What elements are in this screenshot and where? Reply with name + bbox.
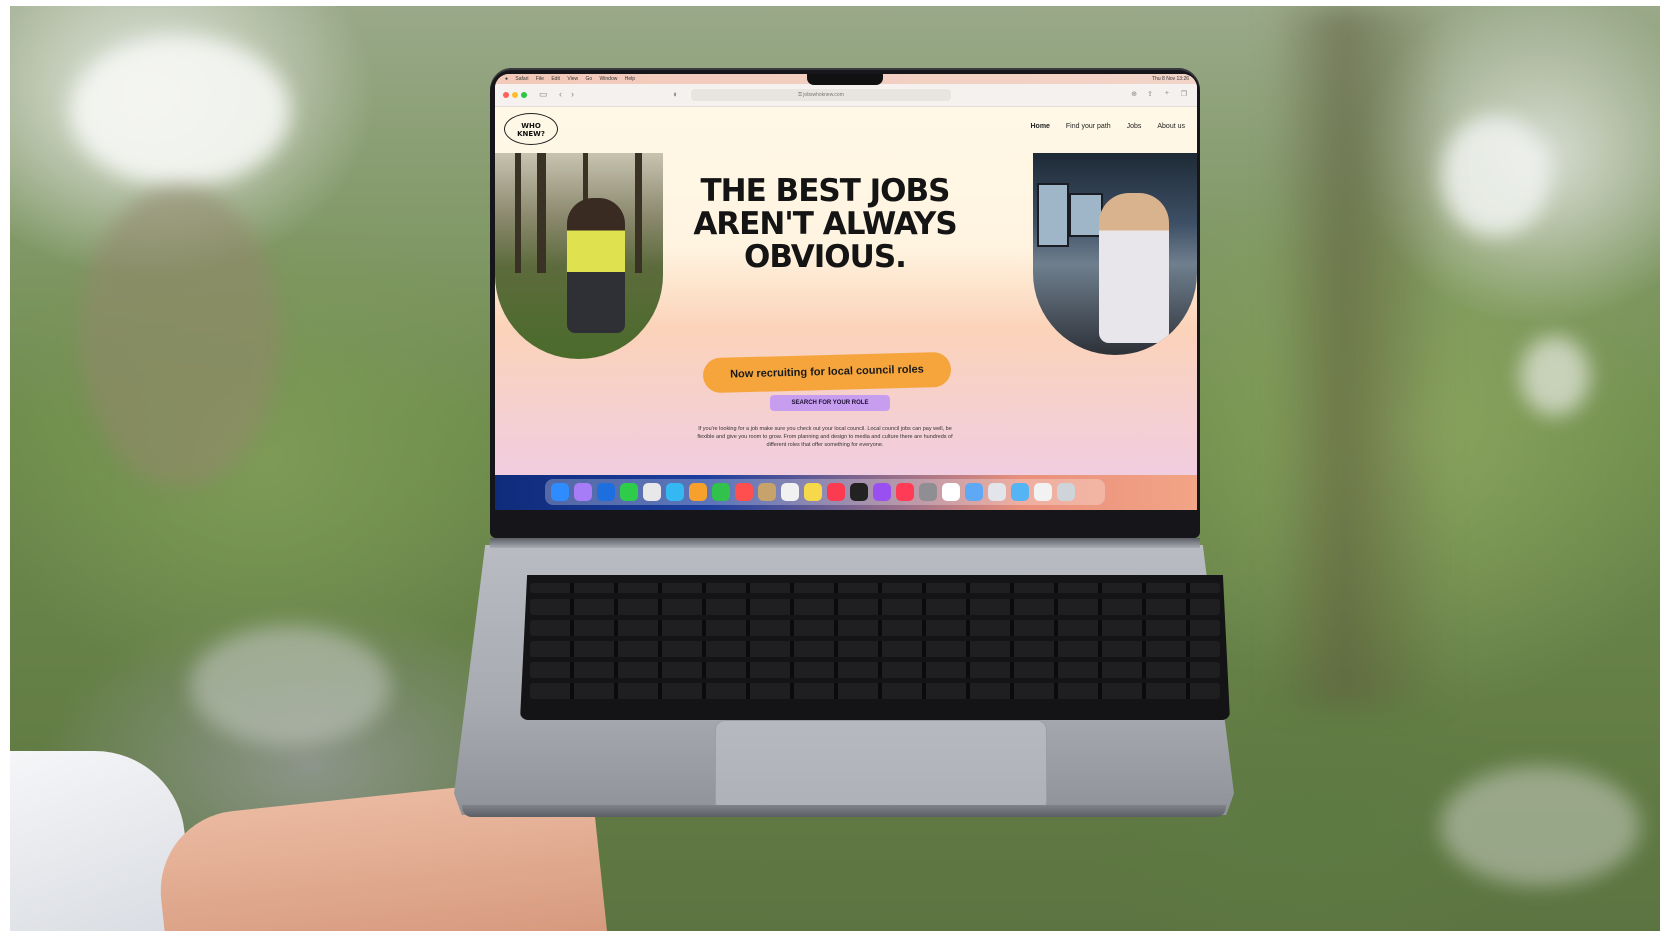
function-key-row (530, 583, 1220, 593)
site-logo[interactable]: WHO KNEW? (504, 113, 558, 145)
recruiting-banner: Now recruiting for local council roles (702, 351, 952, 394)
dock-app-icon[interactable] (919, 483, 937, 501)
nav-link-jobs[interactable]: Jobs (1127, 123, 1142, 130)
bokeh-light (1440, 766, 1640, 886)
dock-app-icon[interactable] (850, 483, 868, 501)
photo-person (567, 198, 625, 333)
browser-toolbar: ▭ ‹ › ◐ ⚿ jobswhoknew.com ⊕ ⇪ + ❐ (495, 84, 1197, 107)
new-tab-icon[interactable]: + (1165, 90, 1169, 97)
camera-notch (807, 74, 883, 85)
headline-line: OBVIOUS. (744, 239, 907, 275)
dock-app-icon[interactable] (551, 483, 569, 501)
photo-tree (515, 153, 521, 273)
headline-line: THE BEST JOBS (700, 173, 951, 209)
key-row (530, 683, 1220, 699)
key-row (530, 641, 1220, 657)
minimize-window-button[interactable] (512, 92, 518, 98)
dock-app-icon[interactable] (988, 483, 1006, 501)
dock-app-icon[interactable] (942, 483, 960, 501)
macos-dock (545, 479, 1105, 505)
dock-app-icon[interactable] (666, 483, 684, 501)
menubar-clock[interactable]: Thu 8 Nov 13:26 (1152, 74, 1189, 84)
back-arrow-icon[interactable]: ‹ (559, 89, 562, 99)
dock-app-icon[interactable] (1011, 483, 1029, 501)
hero-photo-control-room (1033, 153, 1197, 355)
menu-item[interactable]: Window (600, 76, 618, 82)
dock-app-icon[interactable] (896, 483, 914, 501)
headline-line: AREN'T ALWAYS (693, 206, 957, 242)
logo-line: KNEW? (517, 130, 545, 138)
bokeh-light (190, 626, 390, 746)
bokeh-light (1440, 116, 1550, 236)
photo-monitor (1037, 183, 1069, 247)
dock-app-icon[interactable] (827, 483, 845, 501)
laptop-front-edge (462, 805, 1226, 817)
shirt-sleeve (10, 751, 185, 931)
desktop-wallpaper-strip (495, 475, 1197, 510)
laptop-screen: ● Safari File Edit View Go Window Help T… (495, 74, 1197, 510)
photo-monitor (1069, 193, 1103, 237)
menu-item[interactable]: Go (585, 76, 592, 82)
laptop-hinge (490, 538, 1200, 548)
key-row (530, 599, 1220, 615)
menu-item[interactable]: Safari (515, 76, 528, 82)
photo-tree (635, 153, 642, 273)
dock-app-icon[interactable] (965, 483, 983, 501)
dock-app-icon[interactable] (574, 483, 592, 501)
dock-app-icon[interactable] (597, 483, 615, 501)
download-icon[interactable]: ⊕ (1131, 90, 1137, 98)
dock-app-icon[interactable] (781, 483, 799, 501)
nav-link-find-your-path[interactable]: Find your path (1066, 123, 1111, 130)
tree-trunk (1270, 6, 1450, 706)
dock-app-icon[interactable] (1034, 483, 1052, 501)
trackpad[interactable] (715, 720, 1047, 812)
web-page: WHO KNEW? Home Find your path Jobs About… (495, 107, 1197, 475)
dock-app-icon[interactable] (1057, 483, 1075, 501)
photo-person (1099, 193, 1169, 343)
nav-link-about-us[interactable]: About us (1157, 123, 1185, 130)
dock-app-icon[interactable] (873, 483, 891, 501)
intro-paragraph: If you're looking for a job make sure yo… (697, 426, 953, 448)
dock-app-icon[interactable] (689, 483, 707, 501)
share-icon[interactable]: ⇪ (1147, 90, 1153, 98)
hero-headline: THE BEST JOBS AREN'T ALWAYS OBVIOUS. (655, 175, 995, 274)
nav-link-home[interactable]: Home (1031, 123, 1050, 130)
sidebar-icon[interactable]: ▭ (539, 89, 548, 100)
shield-icon[interactable]: ◐ (673, 89, 678, 99)
menubar-items: ● Safari File Edit View Go Window Help (505, 74, 641, 84)
dock-app-icon[interactable] (735, 483, 753, 501)
menu-item[interactable]: File (536, 76, 544, 82)
menu-item[interactable]: View (567, 76, 578, 82)
search-role-button[interactable]: SEARCH FOR YOUR ROLE (770, 395, 890, 411)
bokeh-light (70, 36, 290, 186)
menu-item[interactable]: Help (625, 76, 635, 82)
dock-app-icon[interactable] (804, 483, 822, 501)
hero-photo-forestry-worker (495, 153, 663, 359)
forward-arrow-icon[interactable]: › (571, 89, 574, 99)
dock-app-icon[interactable] (758, 483, 776, 501)
key-row (530, 620, 1220, 636)
close-window-button[interactable] (503, 92, 509, 98)
photo-tree (537, 153, 546, 273)
key-row (530, 662, 1220, 678)
site-nav: Home Find your path Jobs About us (1017, 123, 1186, 130)
tab-overview-icon[interactable]: ❐ (1181, 90, 1187, 98)
logo-line: WHO (521, 122, 541, 130)
laptop-keyboard (520, 575, 1230, 720)
apple-menu-icon[interactable]: ● (505, 76, 508, 82)
bokeh-fence (80, 186, 280, 486)
zoom-window-button[interactable] (521, 92, 527, 98)
dock-app-icon[interactable] (712, 483, 730, 501)
menu-item[interactable]: Edit (551, 76, 560, 82)
dock-app-icon[interactable] (620, 483, 638, 501)
address-bar[interactable]: ⚿ jobswhoknew.com (691, 89, 951, 101)
dock-app-icon[interactable] (643, 483, 661, 501)
bokeh-light (1520, 336, 1590, 416)
